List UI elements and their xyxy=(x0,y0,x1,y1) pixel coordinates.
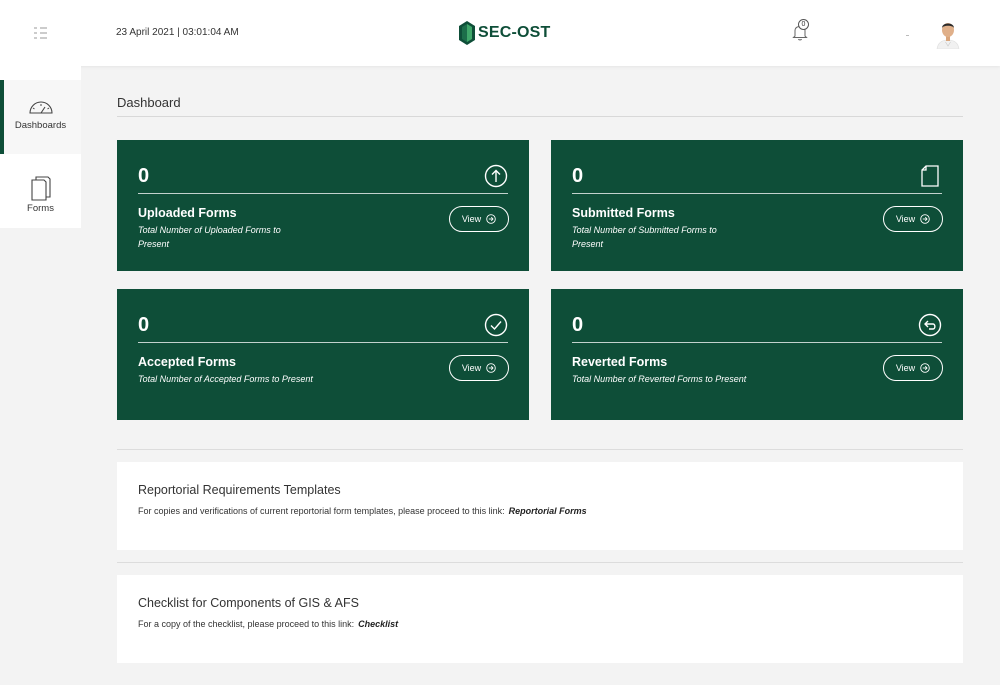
view-reverted-forms-button[interactable]: View xyxy=(883,355,943,381)
documents-icon xyxy=(30,176,51,201)
arrow-right-circle-icon xyxy=(486,214,496,224)
view-button-label: View xyxy=(461,363,482,373)
sidebar: Dashboards Forms xyxy=(0,66,81,228)
card-count: 0 xyxy=(572,314,584,336)
sidebar-item-dashboards[interactable]: Dashboards xyxy=(0,80,81,154)
arrow-right-circle-icon xyxy=(920,214,930,224)
view-accepted-forms-button[interactable]: View xyxy=(449,355,509,381)
check-circle-icon xyxy=(484,313,508,337)
document-icon xyxy=(921,165,939,187)
view-button-label: View xyxy=(895,363,916,373)
view-uploaded-forms-button[interactable]: View xyxy=(449,206,509,232)
card-title: Reverted Forms xyxy=(572,355,668,369)
revert-circle-icon xyxy=(918,313,942,337)
card-count: 0 xyxy=(138,165,150,187)
card-divider xyxy=(138,342,508,343)
card-divider xyxy=(572,342,942,343)
card-count: 0 xyxy=(572,165,584,187)
menu-toggle-icon[interactable] xyxy=(31,26,49,40)
card-description: Total Number of Submitted Forms to Prese… xyxy=(572,225,717,249)
section-divider xyxy=(117,562,963,563)
user-avatar[interactable] xyxy=(934,19,962,50)
section-divider xyxy=(117,449,963,450)
uploaded-forms-card: 0 Uploaded Forms Total Number of Uploade… xyxy=(117,140,529,271)
reportorial-forms-link[interactable]: Reportorial Forms xyxy=(509,506,587,516)
logo-hexagon-icon xyxy=(459,21,475,45)
card-description: Total Number of Reverted Forms to Presen… xyxy=(572,374,747,384)
reportorial-templates-panel: Reportorial Requirements Templates For c… xyxy=(117,462,963,550)
panel-description: For a copy of the checklist, please proc… xyxy=(138,619,355,629)
page-title: Dashboard xyxy=(117,95,181,110)
app-logo[interactable]: SEC-OST xyxy=(459,21,551,45)
card-divider xyxy=(572,193,942,194)
sidebar-item-label: Forms xyxy=(27,203,54,214)
sidebar-item-label: Dashboards xyxy=(14,120,67,131)
logo-text: SEC-OST xyxy=(478,24,551,41)
card-divider xyxy=(138,193,508,194)
submitted-forms-card: 0 Submitted Forms Total Number of Submit… xyxy=(551,140,963,271)
panel-description: For copies and verifications of current … xyxy=(138,506,505,516)
user-name-placeholder xyxy=(906,35,909,36)
card-title: Submitted Forms xyxy=(572,206,675,220)
card-description: Total Number of Accepted Forms to Presen… xyxy=(138,374,313,384)
checklist-link[interactable]: Checklist xyxy=(358,619,398,629)
view-button-label: View xyxy=(895,214,916,224)
panel-title: Checklist for Components of GIS & AFS xyxy=(138,596,359,610)
card-title: Uploaded Forms xyxy=(138,206,237,220)
panel-text: For copies and verifications of current … xyxy=(138,506,587,516)
card-count: 0 xyxy=(138,314,150,336)
top-header: 23 April 2021 | 03:01:04 AM SEC-OST 0 xyxy=(0,0,1000,66)
reverted-forms-card: 0 Reverted Forms Total Number of Reverte… xyxy=(551,289,963,420)
card-title: Accepted Forms xyxy=(138,355,236,369)
view-submitted-forms-button[interactable]: View xyxy=(883,206,943,232)
sidebar-item-forms[interactable]: Forms xyxy=(0,154,81,228)
panel-title: Reportorial Requirements Templates xyxy=(138,483,341,497)
accepted-forms-card: 0 Accepted Forms Total Number of Accepte… xyxy=(117,289,529,420)
upload-circle-icon xyxy=(484,164,508,188)
speedometer-icon xyxy=(28,101,53,114)
panel-text: For a copy of the checklist, please proc… xyxy=(138,619,398,629)
current-datetime: 23 April 2021 | 03:01:04 AM xyxy=(116,27,239,38)
notification-count-badge: 0 xyxy=(798,19,809,30)
arrow-right-circle-icon xyxy=(486,363,496,373)
view-button-label: View xyxy=(461,214,482,224)
card-description: Total Number of Uploaded Forms to Presen… xyxy=(138,225,281,249)
checklist-panel: Checklist for Components of GIS & AFS Fo… xyxy=(117,575,963,663)
title-divider xyxy=(117,116,963,117)
arrow-right-circle-icon xyxy=(920,363,930,373)
